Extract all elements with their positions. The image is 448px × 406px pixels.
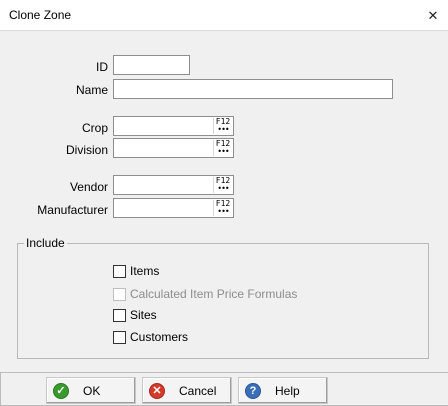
include-legend: Include — [24, 236, 67, 250]
checkbox-label: Sites — [130, 308, 157, 322]
vendor-lookup-button[interactable]: F12 ••• — [213, 177, 232, 193]
crop-lookup-button[interactable]: F12 ••• — [213, 118, 232, 134]
id-label: ID — [96, 60, 108, 74]
checkbox-box — [113, 287, 126, 301]
help-button[interactable]: ? Help — [238, 377, 328, 404]
lookup-dots-icon: ••• — [217, 184, 229, 193]
division-field[interactable]: F12 ••• — [113, 138, 234, 158]
name-label: Name — [75, 83, 108, 97]
manufacturer-field[interactable]: F12 ••• — [113, 198, 234, 218]
window-title: Clone Zone — [9, 8, 72, 22]
bar-divider — [0, 372, 1, 406]
crop-label: Crop — [81, 121, 108, 135]
crop-field[interactable]: F12 ••• — [113, 116, 234, 136]
close-button[interactable]: ✕ — [418, 0, 448, 31]
checkbox-label: Calculated Item Price Formulas — [130, 287, 298, 301]
id-field[interactable] — [113, 55, 190, 75]
division-lookup-button[interactable]: F12 ••• — [213, 140, 232, 156]
checkbox-box[interactable] — [113, 330, 126, 344]
manufacturer-lookup-button[interactable]: F12 ••• — [213, 200, 232, 216]
vendor-label: Vendor — [69, 180, 108, 194]
check-icon: ✓ — [53, 382, 69, 399]
ok-label: OK — [83, 383, 101, 398]
help-label: Help — [275, 383, 300, 398]
include-items-checkbox[interactable]: Items — [113, 264, 159, 278]
close-icon: ✕ — [427, 7, 439, 23]
cancel-icon: ✕ — [149, 382, 165, 399]
help-icon: ? — [245, 382, 261, 399]
checkbox-box[interactable] — [113, 308, 126, 322]
vendor-field[interactable]: F12 ••• — [113, 175, 234, 195]
division-label: Division — [65, 143, 108, 157]
cancel-button[interactable]: ✕ Cancel — [142, 377, 232, 404]
checkbox-label: Items — [130, 264, 160, 278]
lookup-dots-icon: ••• — [217, 207, 229, 216]
include-customers-checkbox[interactable]: Customers — [113, 330, 188, 344]
include-groupbox — [17, 243, 429, 359]
ok-button[interactable]: ✓ OK — [46, 377, 136, 404]
name-field[interactable] — [113, 79, 393, 99]
checkbox-label: Customers — [130, 330, 189, 344]
include-sites-checkbox[interactable]: Sites — [113, 308, 157, 322]
title-bar: Clone Zone ✕ — [0, 0, 448, 31]
lookup-dots-icon: ••• — [217, 147, 229, 156]
lookup-dots-icon: ••• — [217, 125, 229, 134]
cancel-label: Cancel — [179, 383, 217, 398]
checkbox-box[interactable] — [113, 264, 126, 278]
manufacturer-label: Manufacturer — [37, 203, 108, 217]
include-price-formulas-checkbox: Calculated Item Price Formulas — [113, 287, 297, 301]
